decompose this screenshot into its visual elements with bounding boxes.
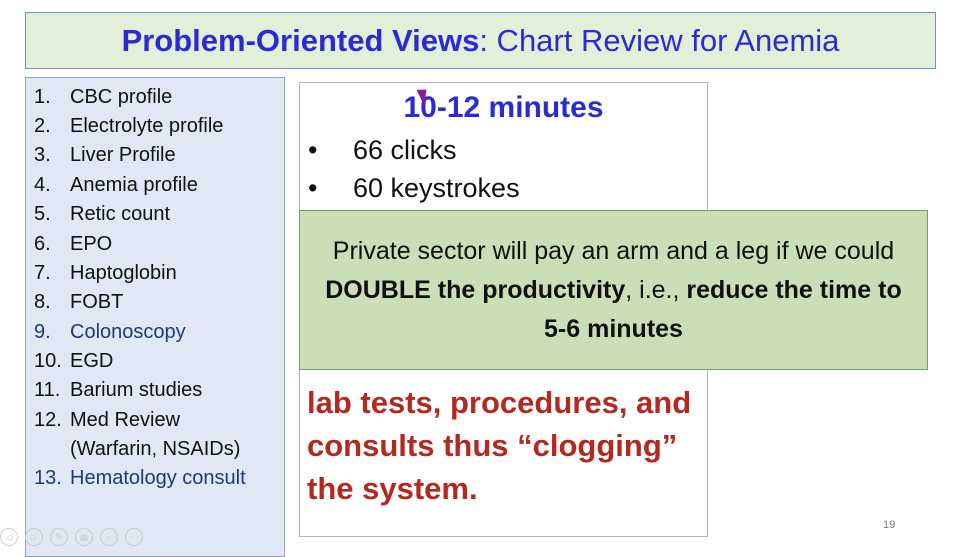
red-line: consults thus “clogging” [307, 428, 678, 463]
red-line: the system. [307, 471, 478, 506]
pen-icon[interactable]: ✎ [50, 528, 68, 546]
time-heading: 10-12 minutes [403, 91, 604, 124]
list-item: 1. CBC profile [34, 86, 173, 108]
title-rest: : Chart Review for Anemia [479, 22, 840, 58]
list-item: 6. EPO [34, 233, 113, 255]
previous-icon[interactable]: ◁ [0, 528, 18, 546]
list-item: 9. Colonoscopy [34, 321, 186, 343]
next-icon[interactable]: ▷ [25, 528, 43, 546]
list-item: 4. Anemia profile [34, 174, 198, 196]
more-icon[interactable]: ⋯ [125, 528, 143, 546]
zoom-icon[interactable]: ⌕ [100, 528, 118, 546]
red-line: lab tests, procedures, and [307, 385, 692, 420]
list-item: 11. Barium studies [34, 379, 203, 401]
slide-title: Problem-Oriented Views: Chart Review for… [25, 12, 936, 69]
list-item: 5. Retic count [34, 203, 171, 225]
page-number: 19 [883, 519, 896, 531]
list-item: 10. EGD [34, 350, 114, 372]
list-item: 7. Haptoglobin [34, 262, 177, 284]
callout-box: Private sector will pay an arm and a leg… [299, 210, 928, 370]
list-item: (Warfarin, NSAIDs) [70, 438, 241, 460]
workup-list: 1. CBC profile 2. Electrolyte profile 3. Li… [25, 77, 285, 557]
title-bold: Problem-Oriented Views [121, 22, 480, 58]
list-item: 13. Hematology consult [34, 467, 246, 489]
bullet-clicks: • 66 clicks [308, 135, 457, 165]
list-item: 2. Electrolyte profile [34, 115, 224, 137]
slides-icon[interactable]: ▦ [75, 528, 93, 546]
list-item: 3. Liver Profile [34, 144, 176, 166]
list-item: 12. Med Review [34, 409, 181, 431]
bullet-keystrokes: • 60 keystrokes [308, 173, 520, 203]
list-item: 8. FOBT [34, 291, 124, 313]
slideshow-controls: ◁ ▷ ✎ ▦ ⌕ ⋯ [0, 528, 143, 546]
